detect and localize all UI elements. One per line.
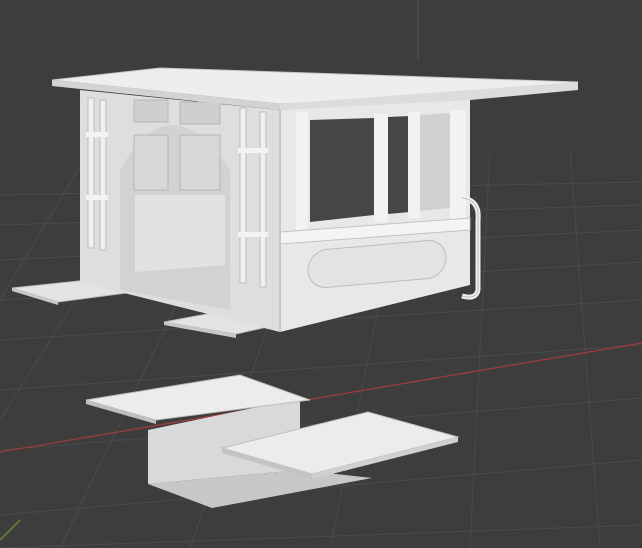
viewport-canvas[interactable] — [0, 0, 642, 548]
3d-viewport[interactable] — [0, 0, 642, 548]
tram-cab-body[interactable] — [80, 90, 481, 332]
